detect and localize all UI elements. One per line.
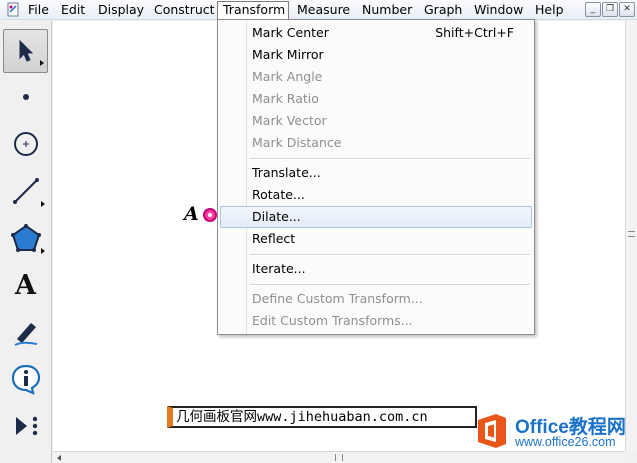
vertical-scrollbar[interactable] (625, 21, 637, 451)
scroll-left-arrow-icon[interactable] (57, 455, 61, 461)
menu-item-shortcut: Shift+Ctrl+F (435, 25, 514, 40)
menu-item-mark-ratio: Mark Ratio (252, 91, 319, 106)
polygon-icon (10, 224, 41, 252)
menu-bar: File Edit Display Construct Transform Me… (0, 0, 637, 20)
arrow-tool[interactable] (3, 29, 48, 73)
menu-item-translate[interactable]: Translate... (220, 162, 532, 184)
menu-item-dilate[interactable]: Dilate... (220, 206, 532, 228)
menu-item-mark-mirror[interactable]: Mark Mirror (220, 44, 532, 66)
menu-separator (250, 158, 530, 160)
watermark: Office教程网 www.office26.com (475, 410, 635, 456)
app-document-icon[interactable] (5, 2, 21, 18)
menu-window[interactable]: Window (469, 1, 528, 19)
point-a[interactable] (203, 208, 217, 222)
menu-item-rotate[interactable]: Rotate... (220, 184, 532, 206)
tool-expand-arrow-icon (41, 248, 45, 254)
menu-graph[interactable]: Graph (419, 1, 467, 19)
menu-item-mark-angle: Mark Angle (252, 69, 323, 84)
horizontal-scrollbar[interactable] (53, 451, 625, 463)
custom-tools-icon (15, 416, 37, 436)
watermark-url: www.office26.com (515, 435, 616, 449)
marker-pen-icon (14, 323, 37, 346)
menu-item-mark-vector: Mark Vector (252, 113, 327, 128)
arrow-select-icon (19, 39, 33, 62)
menu-construct[interactable]: Construct (149, 1, 220, 19)
text-a-icon: A (15, 269, 36, 301)
menu-measure[interactable]: Measure (292, 1, 355, 19)
point-icon (22, 94, 29, 100)
scroll-grip-icon (335, 454, 343, 461)
tool-expand-arrow-icon (41, 201, 45, 207)
office-logo-icon (478, 414, 506, 448)
marker-tool[interactable] (3, 310, 48, 354)
menu-item-reflect[interactable]: Reflect (220, 228, 532, 250)
line-segment-icon (12, 178, 39, 204)
restore-button[interactable]: ❐ (602, 2, 618, 17)
polygon-tool[interactable] (3, 216, 48, 260)
straightedge-tool[interactable] (3, 169, 48, 213)
information-icon (11, 364, 40, 395)
menu-file[interactable]: File (23, 1, 54, 19)
minimize-button[interactable]: _ (585, 2, 601, 17)
menu-transform[interactable]: Transform (217, 1, 289, 19)
toolbox: A (0, 21, 52, 463)
menu-help[interactable]: Help (530, 1, 569, 19)
menu-edit[interactable]: Edit (56, 1, 90, 19)
menu-item-edit-custom-transforms: Edit Custom Transforms... (252, 313, 413, 328)
compass-circle-icon (13, 132, 38, 156)
menu-item-define-custom-transform: Define Custom Transform... (252, 291, 423, 306)
close-button[interactable]: ✕ (619, 2, 635, 17)
menu-item-mark-distance: Mark Distance (252, 135, 342, 150)
text-tool[interactable]: A (3, 263, 48, 307)
information-tool[interactable] (3, 357, 48, 401)
point-tool[interactable] (3, 75, 48, 119)
menu-separator (250, 254, 530, 256)
menu-separator (250, 284, 530, 286)
custom-tool[interactable] (3, 404, 48, 448)
tool-expand-arrow-icon (40, 60, 44, 66)
transform-menu-dropdown: Mark Center Shift+Ctrl+F Mark Mirror Mar… (217, 19, 535, 335)
menu-item-iterate[interactable]: Iterate... (220, 258, 532, 280)
menu-item-mark-center[interactable]: Mark Center Shift+Ctrl+F (220, 22, 532, 44)
menu-number[interactable]: Number (357, 1, 417, 19)
compass-tool[interactable] (3, 122, 48, 166)
point-label[interactable]: A (184, 203, 199, 225)
scroll-grip-icon (628, 231, 635, 237)
menu-item-label: Mark Center (252, 25, 329, 40)
caption-text-box[interactable]: 几何画板官网www.jihehuaban.com.cn (167, 406, 477, 428)
menu-display[interactable]: Display (93, 1, 149, 19)
